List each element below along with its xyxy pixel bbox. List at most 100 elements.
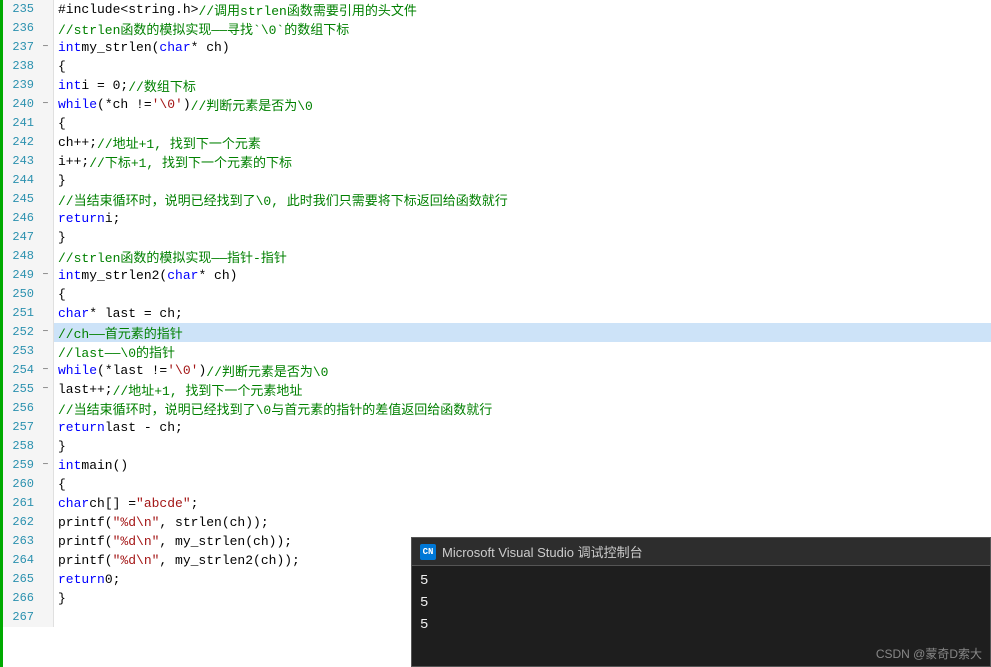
table-row: 249−int my_strlen2(char* ch) [0,266,991,285]
fold-indicator[interactable]: − [38,266,54,285]
line-number: 261 [0,494,38,513]
table-row: 253 //last——\0的指针 [0,342,991,361]
fold-indicator [38,342,54,361]
code-cell: //last——\0的指针 [54,342,991,361]
code-cell: { [54,475,991,494]
fold-indicator [38,513,54,532]
code-token: , strlen(ch)); [159,515,268,530]
code-cell: last++;//地址+1, 找到下一个元素地址 [54,380,991,399]
code-token: main() [81,458,128,473]
code-token: "%d\n" [113,515,160,530]
code-token: <string.h> [120,2,198,17]
line-number: 264 [0,551,38,570]
code-cell: int main() [54,456,991,475]
code-cell: //当结束循环时，说明已经找到了\0, 此时我们只需要将下标返回给函数就行 [54,190,991,209]
fold-indicator [38,304,54,323]
table-row: 255− last++;//地址+1, 找到下一个元素地址 [0,380,991,399]
line-number: 260 [0,475,38,494]
code-token: while [58,97,97,112]
fold-indicator [38,0,54,19]
console-icon-label: CN [423,547,434,557]
fold-indicator [38,228,54,247]
code-token: //strlen函数的模拟实现——寻找`\0`的数组下标 [58,19,349,38]
table-row: 244 } [0,171,991,190]
code-token: //判断元素是否为\0 [206,361,328,380]
fold-indicator[interactable]: − [38,95,54,114]
table-row: 259−int main() [0,456,991,475]
code-cell: { [54,114,991,133]
console-title: Microsoft Visual Studio 调试控制台 [442,542,643,561]
code-token: //下标+1, 找到下一个元素的下标 [89,152,292,171]
line-number: 248 [0,247,38,266]
code-cell: { [54,57,991,76]
code-token: my_strlen( [81,40,159,55]
fold-indicator [38,57,54,76]
fold-indicator[interactable]: − [38,380,54,399]
fold-indicator [38,399,54,418]
line-number: 257 [0,418,38,437]
code-token: my_strlen2( [81,268,167,283]
code-token: char [58,306,89,321]
code-token: //ch——首元素的指针 [58,323,183,342]
code-cell: #include <string.h>//调用strlen函数需要引用的头文件 [54,0,991,19]
line-number: 259 [0,456,38,475]
code-cell: } [54,171,991,190]
table-row: 238 { [0,57,991,76]
code-token: '\0' [167,363,198,378]
fold-indicator [38,133,54,152]
table-row: 242 ch++;//地址+1, 找到下一个元素 [0,133,991,152]
line-number: 258 [0,437,38,456]
code-cell: { [54,285,991,304]
fold-indicator[interactable]: − [38,323,54,342]
code-token: ch++; [58,135,97,150]
code-cell: return last - ch; [54,418,991,437]
console-line-3: 5 [420,614,982,636]
code-token: } [58,439,66,454]
code-token: #include [58,2,120,17]
code-token: int [58,458,81,473]
code-token: { [58,116,66,131]
code-token: //判断元素是否为\0 [191,95,313,114]
fold-indicator [38,551,54,570]
fold-indicator[interactable]: − [38,361,54,380]
code-token: ch[] = [89,496,136,511]
table-row: 250 { [0,285,991,304]
code-token: } [58,230,66,245]
table-row: 262 printf("%d\n", strlen(ch)); [0,513,991,532]
editor-container: 235 #include <string.h>//调用strlen函数需要引用的… [0,0,991,667]
line-number: 242 [0,133,38,152]
left-border [0,0,3,667]
line-number: 246 [0,209,38,228]
fold-indicator [38,608,54,627]
code-token: } [58,591,66,606]
code-cell: //strlen函数的模拟实现——指针-指针 [54,247,991,266]
fold-indicator[interactable]: − [38,456,54,475]
code-token: (*last != [97,363,167,378]
table-row: 251 char* last = ch; [0,304,991,323]
code-token: * last = ch; [89,306,183,321]
line-number: 236 [0,19,38,38]
code-token: i++; [58,154,89,169]
line-number: 243 [0,152,38,171]
line-number: 255 [0,380,38,399]
table-row: 240− while (*ch != '\0')//判断元素是否为\0 [0,95,991,114]
code-cell: while (*last != '\0')//判断元素是否为\0 [54,361,991,380]
fold-indicator [38,285,54,304]
line-number: 253 [0,342,38,361]
fold-indicator [38,171,54,190]
line-number: 238 [0,57,38,76]
fold-indicator[interactable]: − [38,38,54,57]
table-row: 243 i++;//下标+1, 找到下一个元素的下标 [0,152,991,171]
code-cell: //当结束循环时，说明已经找到了\0与首元素的指针的差值返回给函数就行 [54,399,991,418]
console-body: 5 5 5 [412,566,990,640]
code-token: { [58,287,66,302]
code-cell: char ch[] = "abcde"; [54,494,991,513]
line-number: 254 [0,361,38,380]
fold-indicator [38,418,54,437]
line-number: 262 [0,513,38,532]
fold-indicator [38,190,54,209]
code-cell: int my_strlen2(char* ch) [54,266,991,285]
line-number: 249 [0,266,38,285]
code-token: "%d\n" [113,534,160,549]
code-token: } [58,173,66,188]
